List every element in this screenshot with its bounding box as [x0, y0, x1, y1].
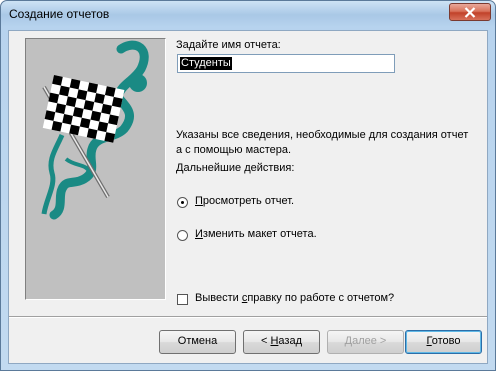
info-text-line2: а с помощью мастера. — [176, 144, 292, 156]
report-wizard-window: Создание отчетов Задайте имя отчета: Сту… — [0, 0, 496, 371]
close-button[interactable] — [449, 3, 491, 21]
info-text-line1: Указаны все сведения, необходимые для со… — [176, 129, 469, 141]
checkbox[interactable] — [177, 294, 188, 305]
finish-button[interactable]: Готово — [405, 330, 482, 354]
separator — [9, 316, 487, 318]
next-button[interactable]: Далее > — [327, 330, 404, 354]
radio-selected-dot — [181, 201, 184, 204]
radio-label[interactable]: Изменить макет отчета. — [195, 228, 317, 240]
report-name-value: Студенты — [180, 57, 232, 70]
title-bar[interactable]: Создание отчетов — [1, 1, 495, 29]
window-title: Создание отчетов — [9, 7, 110, 21]
checkered-flag-icon — [41, 40, 149, 220]
help-checkbox-label[interactable]: Вывести справку по работе с отчетом? — [195, 292, 394, 304]
back-button[interactable]: < Назад — [243, 330, 320, 354]
report-name-input[interactable]: Студенты — [177, 54, 395, 73]
close-icon — [464, 7, 476, 18]
radio-label[interactable]: Просмотреть отчет. — [195, 195, 294, 207]
report-name-label: Задайте имя отчета: — [176, 39, 281, 51]
wizard-body: Задайте имя отчета: Студенты Указаны все… — [8, 30, 488, 364]
radio-button[interactable] — [177, 197, 188, 208]
cancel-button[interactable]: Отмена — [159, 330, 236, 354]
radio-button[interactable] — [177, 230, 188, 241]
next-actions-label: Дальнейшие действия: — [176, 162, 295, 174]
checkered-flag-illustration — [25, 38, 166, 300]
